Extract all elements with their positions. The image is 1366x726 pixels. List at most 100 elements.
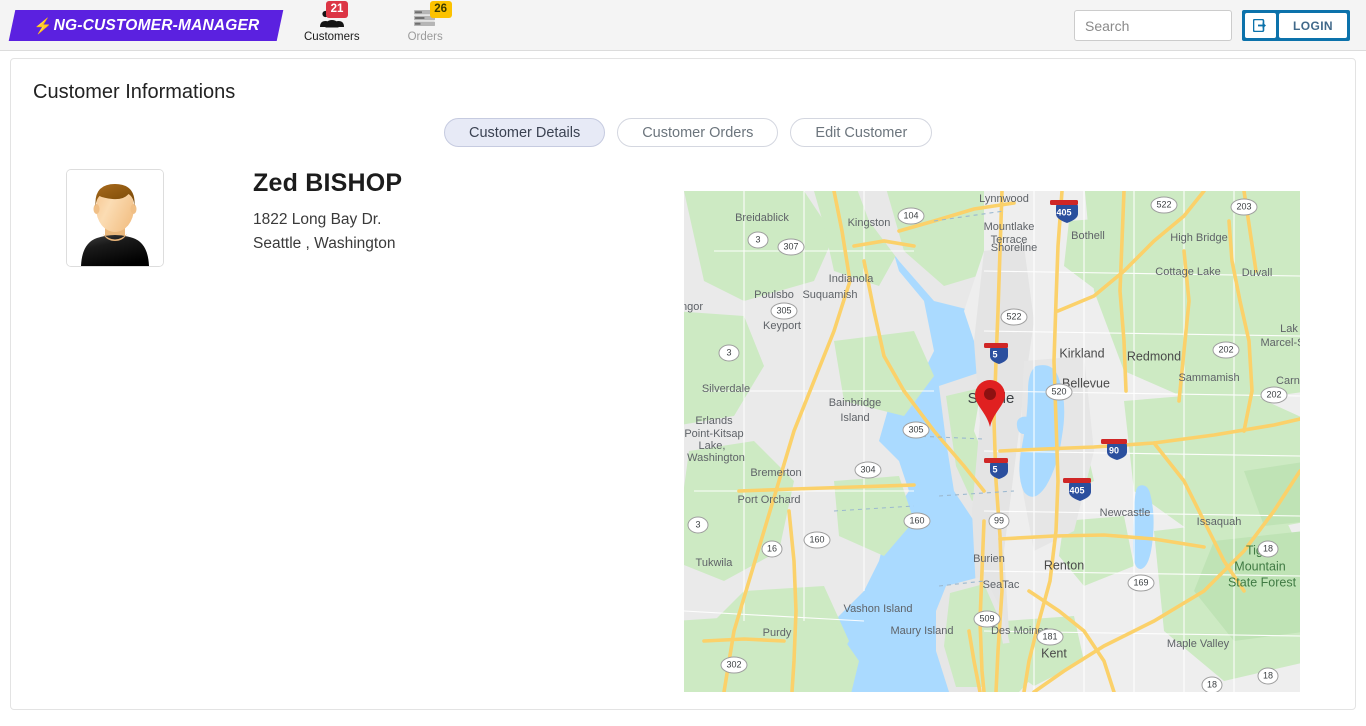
app-logo-text: NG-CUSTOMER-MANAGER <box>53 16 260 33</box>
map-label-tukwila: Tukwila <box>696 557 734 569</box>
svg-text:302: 302 <box>726 659 741 669</box>
tab-bar: Customer Details Customer Orders Edit Cu… <box>444 118 933 147</box>
svg-text:5: 5 <box>992 349 997 359</box>
map-label-silverdale: Silverdale <box>702 383 750 395</box>
nav-label-customers: Customers <box>304 31 360 43</box>
map-label-issaquah: Issaquah <box>1197 516 1242 528</box>
svg-text:522: 522 <box>1006 311 1021 321</box>
nav-label-orders: Orders <box>407 31 443 43</box>
customer-avatar <box>66 169 164 267</box>
svg-text:405: 405 <box>1069 485 1084 495</box>
svg-text:18: 18 <box>1263 670 1273 680</box>
map-label-breidablick: Breidablick <box>735 212 789 224</box>
nav-items: 21 Customers 26 Orders <box>298 1 452 45</box>
svg-text:5: 5 <box>992 464 997 474</box>
svg-text:3: 3 <box>726 347 731 357</box>
map-label-bangor: ngor <box>684 301 703 313</box>
svg-text:169: 169 <box>1133 577 1148 587</box>
map-label-bremerton: Bremerton <box>750 467 801 479</box>
svg-text:307: 307 <box>783 241 798 251</box>
map-label-maury: Maury Island <box>891 625 954 637</box>
svg-text:104: 104 <box>903 210 918 220</box>
map-label-bainbridge: Bainbridge <box>829 397 882 409</box>
customer-name: Zed BISHOP <box>253 169 403 197</box>
svg-text:522: 522 <box>1156 199 1171 209</box>
svg-text:181: 181 <box>1042 631 1057 641</box>
map-label-vashon: Vashon Island <box>844 603 913 615</box>
map-label-suquamish: Suquamish <box>802 289 857 301</box>
map-label-tiger3: State Forest <box>1228 575 1297 589</box>
svg-text:305: 305 <box>908 424 923 434</box>
svg-text:99: 99 <box>994 515 1004 525</box>
svg-text:405: 405 <box>1056 207 1071 217</box>
map-label-burien: Burien <box>973 553 1005 565</box>
map-label-high-bridge: High Bridge <box>1170 232 1227 244</box>
map-label-lynnwood: Lynnwood <box>979 193 1029 205</box>
svg-text:509: 509 <box>979 613 994 623</box>
map-label-mountlake: Mountlake <box>984 221 1035 233</box>
map-label-poulsbo: Poulsbo <box>754 289 794 301</box>
login-button[interactable]: LOGIN <box>1242 10 1350 41</box>
svg-text:160: 160 <box>809 534 824 544</box>
map-label-cottage-lake: Cottage Lake <box>1155 266 1220 278</box>
map-label-sammamish: Sammamish <box>1178 372 1239 384</box>
tab-customer-orders[interactable]: Customer Orders <box>617 118 779 147</box>
svg-text:90: 90 <box>1109 445 1119 455</box>
map-label-renton: Renton <box>1044 558 1084 572</box>
map-label-kirkland: Kirkland <box>1059 346 1104 360</box>
svg-text:3: 3 <box>695 519 700 529</box>
map-label-redmond: Redmond <box>1127 349 1181 363</box>
login-button-label: LOGIN <box>1279 13 1347 38</box>
customer-address-line2: Seattle , Washington <box>253 235 396 252</box>
page-title: Customer Informations <box>33 81 236 103</box>
map-label-newcastle: Newcastle <box>1100 507 1151 519</box>
map-label-indianola: Indianola <box>829 273 875 285</box>
map-label-tiger2: Mountain <box>1234 559 1285 573</box>
map-label-lake-wa: Lake, <box>699 440 726 452</box>
nav-right-group: LOGIN <box>1074 10 1350 41</box>
map-label-keyport: Keyport <box>763 320 801 332</box>
map-label-carnation: Carna <box>1276 375 1300 387</box>
customer-location-map[interactable]: Breidablick Kingston Lynnwood Mountlake … <box>684 191 1300 692</box>
tab-edit-customer[interactable]: Edit Customer <box>790 118 933 147</box>
map-label-port-orchard: Port Orchard <box>738 494 801 506</box>
map-label-bainbridge2: Island <box>840 412 869 424</box>
svg-text:305: 305 <box>776 305 791 315</box>
map-label-erlands: Erlands <box>695 415 733 427</box>
lightning-bolt-icon: ⚡ <box>34 16 53 34</box>
orders-badge: 26 <box>429 1 452 18</box>
svg-text:3: 3 <box>755 234 760 244</box>
tab-customer-details[interactable]: Customer Details <box>444 118 606 147</box>
customer-address-line1: 1822 Long Bay Dr. <box>253 211 382 228</box>
customers-badge: 21 <box>326 1 348 18</box>
map-label-duvall: Duvall <box>1242 267 1273 279</box>
nav-item-customers[interactable]: 21 Customers <box>298 1 366 45</box>
search-input[interactable] <box>1074 10 1232 41</box>
svg-text:16: 16 <box>767 543 777 553</box>
svg-text:203: 203 <box>1236 201 1251 211</box>
svg-text:520: 520 <box>1051 386 1066 396</box>
nav-item-orders[interactable]: 26 Orders <box>402 1 452 45</box>
top-navbar: ⚡ NG-CUSTOMER-MANAGER 21 Customers 26 Or… <box>0 0 1366 51</box>
map-label-lake-marcel: Lak <box>1280 323 1298 335</box>
map-label-lake-marcel2: Marcel-St <box>1260 337 1300 349</box>
map-label-purdy: Purdy <box>763 627 792 639</box>
svg-text:202: 202 <box>1218 344 1233 354</box>
map-label-seatac: SeaTac <box>983 579 1020 591</box>
map-label-kent: Kent <box>1041 646 1067 660</box>
sign-in-icon <box>1245 13 1276 38</box>
map-label-shoreline: Shoreline <box>991 242 1037 254</box>
customer-information-card: Customer Informations Customer Details C… <box>10 58 1356 710</box>
map-label-lake-wa2: Washington <box>687 452 745 464</box>
map-label-bothell: Bothell <box>1071 230 1105 242</box>
customer-details-text: Zed BISHOP 1822 Long Bay Dr. Seattle , W… <box>253 169 402 256</box>
svg-text:160: 160 <box>909 515 924 525</box>
map-label-kingston: Kingston <box>848 217 891 229</box>
svg-text:18: 18 <box>1207 679 1217 689</box>
svg-text:202: 202 <box>1266 389 1281 399</box>
map-label-erlands2: Point-Kitsap <box>684 428 743 440</box>
map-label-maple-valley: Maple Valley <box>1167 638 1230 650</box>
app-logo[interactable]: ⚡ NG-CUSTOMER-MANAGER <box>8 9 283 41</box>
svg-text:304: 304 <box>860 464 875 474</box>
svg-text:18: 18 <box>1263 543 1273 553</box>
